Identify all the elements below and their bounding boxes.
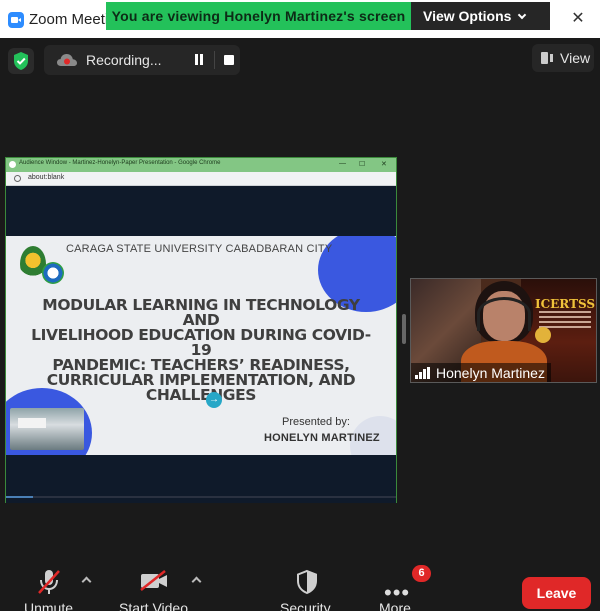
- zoom-window: Zoom Meeting — ✕ You are viewing Honelyn…: [0, 0, 600, 611]
- pane-resize-handle[interactable]: [402, 314, 406, 344]
- browser-address-bar: about:blank: [6, 172, 396, 186]
- browser-address: about:blank: [28, 174, 65, 181]
- start-video-label: Start Video: [119, 600, 189, 611]
- view-layout-icon: [541, 52, 553, 64]
- presented-by-label: Presented by:: [282, 416, 350, 428]
- notification-badge: 6: [412, 565, 431, 582]
- slide-title-line: MODULAR LEARNING IN TECHNOLOGY AND: [42, 296, 360, 329]
- shield-icon: [297, 569, 317, 595]
- audio-options-caret-icon[interactable]: [81, 576, 92, 587]
- chevron-down-icon: [518, 10, 527, 20]
- view-button[interactable]: View: [532, 44, 594, 72]
- share-banner-text: You are viewing Honelyn Martinez's scree…: [106, 2, 411, 30]
- share-banner: You are viewing Honelyn Martinez's scree…: [106, 2, 550, 30]
- microphone-muted-icon: [38, 570, 60, 594]
- encryption-shield-button[interactable]: [8, 48, 34, 74]
- view-options-button[interactable]: View Options: [411, 2, 550, 30]
- view-label: View: [560, 50, 591, 66]
- recording-divider: [214, 51, 215, 69]
- presenter-name: HONELYN MARTINEZ: [264, 432, 380, 444]
- slide-title-line: LIVELIHOOD EDUCATION DURING COVID-19: [31, 326, 371, 359]
- shield-check-icon: [14, 52, 28, 70]
- browser-title-bar: Audience Window - Martinez-Honelyn-Paper…: [6, 158, 396, 172]
- chrome-icon: [9, 161, 16, 168]
- slide-photo: [10, 408, 84, 450]
- slide-title: MODULAR LEARNING IN TECHNOLOGY AND LIVEL…: [28, 296, 374, 404]
- presentation-slide: CARAGA STATE UNIVERSITY CABADBARAN CITY …: [6, 236, 396, 455]
- shared-screen[interactable]: Audience Window - Martinez-Honelyn-Paper…: [5, 157, 397, 503]
- stop-recording-button[interactable]: [224, 55, 234, 65]
- close-window-button[interactable]: ✕: [567, 8, 589, 30]
- slide-progress-fill: [6, 496, 34, 498]
- meeting-toolbar: Unmute Start Video Security More ••• 6 L…: [0, 560, 600, 611]
- zoom-app-icon: [8, 12, 24, 28]
- slide-letterbox-top: [6, 187, 396, 235]
- security-button[interactable]: Security: [276, 560, 340, 611]
- leave-button[interactable]: Leave: [522, 577, 591, 609]
- more-dots-icon: •••: [384, 580, 411, 605]
- security-label: Security: [280, 600, 331, 611]
- slide-progress-bar: [6, 496, 396, 498]
- view-options-label: View Options: [423, 8, 512, 24]
- cloud-recording-icon: [57, 54, 77, 66]
- participant-name-tag: Honelyn Martinez: [411, 363, 551, 382]
- participant-name: Honelyn Martinez: [436, 365, 545, 381]
- pointer-cursor-icon: →: [206, 392, 222, 408]
- pause-recording-button[interactable]: [193, 54, 205, 66]
- browser-maximize-icon: ☐: [359, 161, 366, 168]
- browser-title: Audience Window - Martinez-Honelyn-Paper…: [19, 160, 221, 166]
- start-video-button[interactable]: Start Video: [115, 560, 195, 611]
- info-icon: [14, 175, 21, 182]
- university-name: CARAGA STATE UNIVERSITY CABADBARAN CITY: [66, 243, 333, 255]
- headset: [477, 297, 531, 331]
- participant-video-tile[interactable]: ICERTSS Honelyn Martinez: [410, 278, 597, 383]
- unmute-label: Unmute: [24, 600, 74, 611]
- recording-label: Recording...: [86, 52, 162, 68]
- recording-indicator: Recording...: [44, 45, 240, 75]
- unmute-button[interactable]: Unmute: [20, 560, 80, 611]
- connection-signal-icon: [415, 367, 431, 379]
- video-camera-off-icon: [140, 570, 167, 591]
- virtual-background-logo: [535, 327, 551, 343]
- virtual-background-brand: ICERTSS: [535, 297, 596, 311]
- browser-close-icon: ✕: [381, 161, 387, 168]
- college-seal-logo: [42, 262, 64, 284]
- slide-title-line: CHALLENGES: [145, 386, 257, 404]
- browser-minimize-icon: —: [339, 160, 346, 167]
